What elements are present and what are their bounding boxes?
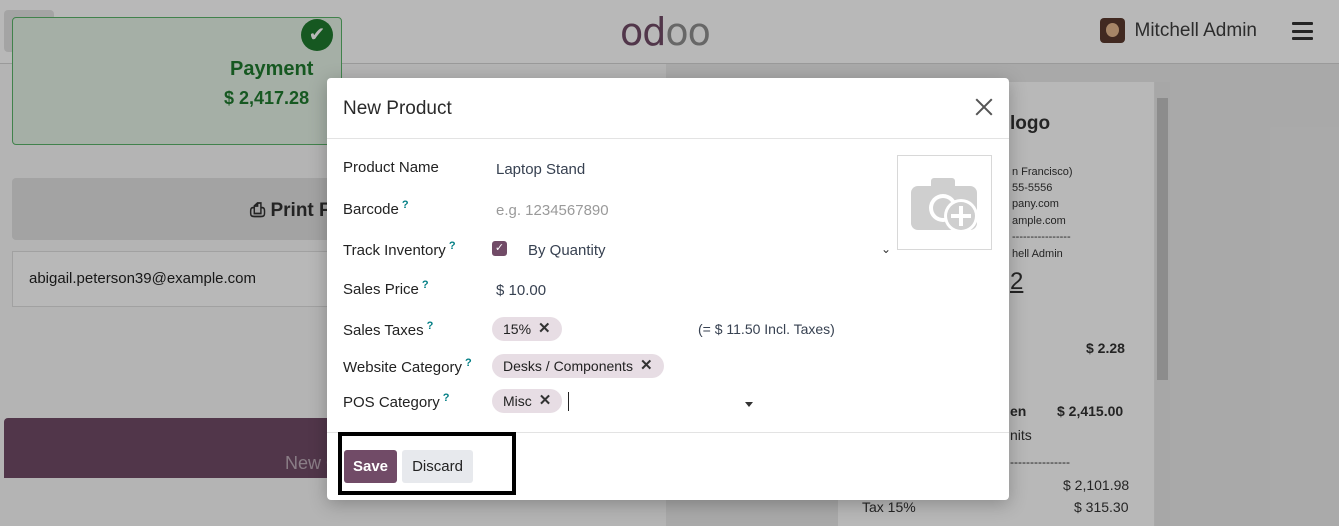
close-icon[interactable] — [973, 96, 995, 118]
tax-tag: 15% ✕ — [492, 317, 562, 341]
track-inventory-select[interactable]: By Quantity — [528, 242, 606, 259]
remove-tag-icon[interactable]: ✕ — [539, 389, 552, 413]
highlight-box — [338, 432, 516, 495]
add-photo-icon — [911, 178, 978, 233]
chevron-down-icon[interactable]: ⌄ — [881, 242, 891, 256]
pos-category-tag: Misc ✕ — [492, 389, 563, 413]
product-name-label: Product Name — [343, 159, 439, 176]
pos-category-label: POS Category? — [343, 392, 450, 411]
help-icon: ? — [421, 279, 429, 291]
help-icon: ? — [401, 199, 409, 211]
sales-price-input[interactable]: $ 10.00 — [496, 282, 546, 299]
barcode-label: Barcode? — [343, 199, 409, 218]
tax-included-amount: (= $ 11.50 Incl. Taxes) — [698, 321, 835, 337]
dialog-title: New Product — [343, 98, 452, 119]
dialog-header: New Product — [327, 78, 1009, 139]
remove-tag-icon[interactable]: ✕ — [640, 354, 653, 378]
track-inventory-checkbox[interactable]: ✓ — [492, 241, 507, 256]
sales-price-label: Sales Price? — [343, 279, 429, 298]
product-image-upload[interactable] — [897, 155, 992, 250]
help-icon: ? — [464, 357, 472, 369]
remove-tag-icon[interactable]: ✕ — [538, 317, 551, 341]
website-category-tag: Desks / Components ✕ — [492, 354, 664, 378]
check-icon: ✓ — [494, 242, 505, 254]
barcode-input[interactable]: e.g. 1234567890 — [496, 202, 609, 219]
website-category-label: Website Category? — [343, 357, 472, 376]
track-inventory-label: Track Inventory? — [343, 240, 456, 259]
pos-category-input[interactable] — [568, 392, 569, 411]
help-icon: ? — [426, 320, 434, 332]
caret-down-icon[interactable] — [745, 402, 753, 407]
help-icon: ? — [448, 240, 456, 252]
product-name-input[interactable]: Laptop Stand — [496, 161, 585, 178]
sales-taxes-label: Sales Taxes? — [343, 320, 434, 339]
help-icon: ? — [442, 392, 450, 404]
